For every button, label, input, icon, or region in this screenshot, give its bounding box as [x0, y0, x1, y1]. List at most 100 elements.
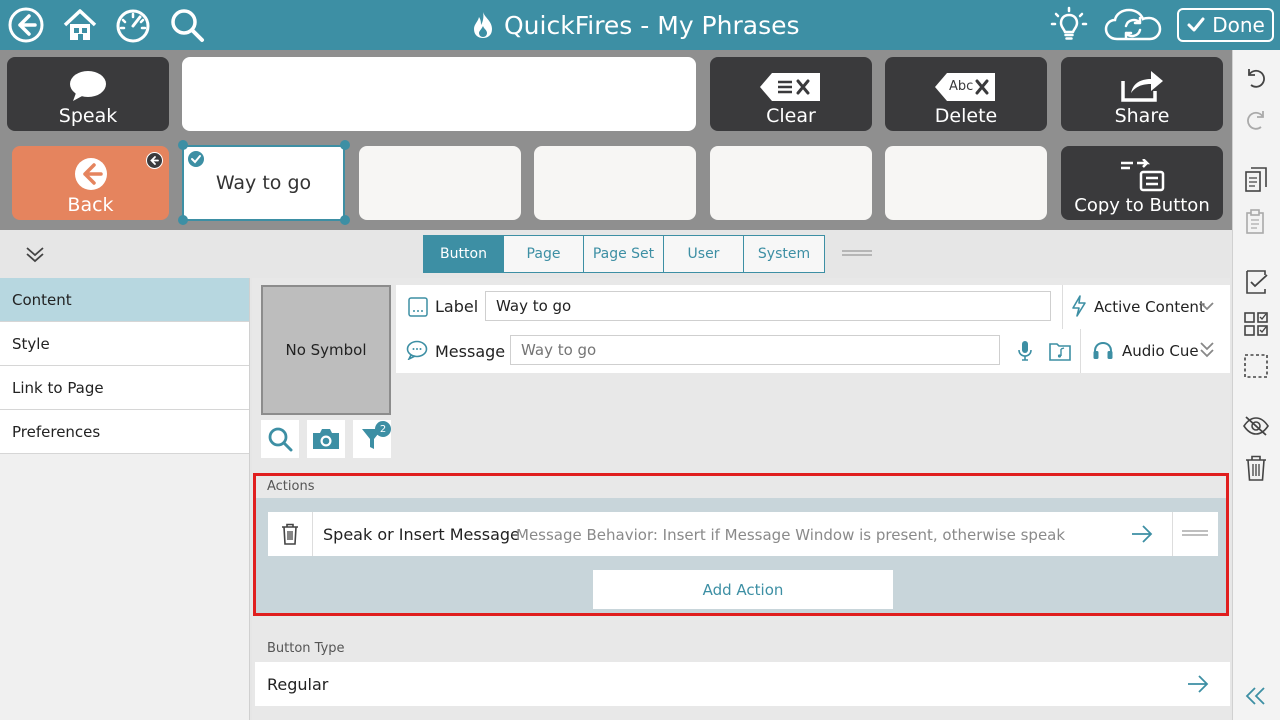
back-arrow-icon[interactable] — [6, 5, 46, 45]
hide-eye-icon[interactable] — [1240, 410, 1272, 442]
drag-handle-icon[interactable] — [842, 248, 872, 258]
phrase-slot-empty[interactable] — [534, 146, 696, 220]
speech-bubble-icon — [68, 69, 108, 103]
delete-label: Delete — [934, 105, 998, 127]
search-icon[interactable] — [167, 5, 207, 45]
actions-title: Actions — [267, 479, 315, 494]
double-chevron-down-icon[interactable] — [1199, 340, 1215, 360]
nav-item-preferences[interactable]: Preferences — [0, 410, 249, 454]
clear-button[interactable]: Clear — [710, 57, 872, 131]
nav-item-style[interactable]: Style — [0, 322, 249, 366]
page-title: QuickFires - My Phrases — [470, 0, 800, 50]
message-field-title: Message — [435, 342, 506, 361]
selected-phrase-button[interactable]: Way to go — [182, 145, 345, 221]
delete-button[interactable]: Abc Delete — [885, 57, 1047, 131]
dashboard-icon[interactable] — [113, 5, 153, 45]
done-button[interactable]: Done — [1177, 8, 1274, 42]
resize-handle-bottom-right[interactable] — [340, 215, 350, 225]
copy-to-button[interactable]: Copy to Button — [1061, 146, 1223, 220]
message-input[interactable] — [510, 335, 1000, 365]
microphone-icon[interactable] — [1017, 340, 1033, 362]
share-icon — [1117, 67, 1167, 103]
trash-icon — [281, 523, 299, 545]
search-icon — [267, 426, 293, 452]
active-content-label[interactable]: Active Content — [1094, 298, 1205, 316]
tab-system[interactable]: System — [744, 236, 824, 272]
audio-file-icon[interactable] — [1049, 341, 1071, 361]
button-type-value: Regular — [267, 674, 329, 694]
symbol-preview[interactable]: No Symbol — [261, 285, 391, 415]
select-area-icon[interactable] — [1240, 350, 1272, 382]
share-label: Share — [1114, 105, 1170, 127]
copy-to-label: Copy to Button — [1074, 195, 1210, 216]
audio-cue-label[interactable]: Audio Cue — [1122, 342, 1199, 360]
done-label: Done — [1212, 13, 1265, 37]
paste-icon[interactable] — [1240, 206, 1272, 238]
side-nav: Content Style Link to Page Preferences — [0, 278, 250, 720]
divider — [1062, 285, 1063, 329]
back-label: Back — [67, 194, 114, 216]
nav-item-link-to-page[interactable]: Link to Page — [0, 366, 249, 410]
tab-button[interactable]: Button — [424, 236, 504, 272]
copy-icon[interactable] — [1240, 164, 1272, 196]
collapse-chevron-icon[interactable] — [24, 243, 46, 265]
camera-icon — [311, 427, 341, 451]
label-input[interactable] — [485, 291, 1051, 321]
resize-handle-top-right[interactable] — [340, 140, 350, 150]
nav-item-content[interactable]: Content — [0, 278, 249, 322]
link-back-icon — [146, 152, 163, 169]
redo-icon[interactable] — [1240, 104, 1272, 136]
no-symbol-label: No Symbol — [285, 341, 367, 359]
tab-page[interactable]: Page — [504, 236, 584, 272]
delete-icon: Abc — [933, 71, 999, 103]
tab-page-set[interactable]: Page Set — [584, 236, 664, 272]
add-action-button[interactable]: Add Action — [593, 570, 893, 609]
home-icon[interactable] — [60, 5, 100, 45]
label-field-title: Label — [435, 297, 479, 316]
clear-label: Clear — [766, 105, 816, 127]
label-icon — [408, 297, 428, 317]
actions-header — [256, 476, 1226, 498]
checklist-icon[interactable] — [1240, 266, 1272, 298]
arrow-right-icon[interactable] — [1130, 524, 1154, 544]
selected-phrase-label: Way to go — [215, 172, 312, 194]
editor-tabs: Button Page Page Set User System — [423, 235, 825, 273]
flame-icon — [470, 10, 496, 40]
sync-cloud-icon[interactable] — [1102, 5, 1164, 45]
divider — [1080, 329, 1081, 373]
action-description: Message Behavior: Insert if Message Wind… — [516, 526, 1066, 544]
button-type-row[interactable]: Regular — [255, 662, 1230, 706]
resize-handle-bottom-left[interactable] — [178, 215, 188, 225]
button-type-title: Button Type — [267, 641, 345, 656]
title-text: QuickFires - My Phrases — [504, 10, 800, 40]
symbol-search-button[interactable] — [261, 420, 299, 458]
tab-user[interactable]: User — [664, 236, 744, 272]
double-chevron-left-icon[interactable] — [1240, 680, 1272, 712]
speak-label: Speak — [58, 105, 118, 127]
chevron-down-icon[interactable] — [1199, 298, 1215, 314]
phrase-slot-empty[interactable] — [359, 146, 521, 220]
arrow-right-icon[interactable] — [1186, 674, 1210, 694]
lightning-icon — [1070, 295, 1088, 317]
delete-action-button[interactable] — [268, 512, 313, 556]
action-name: Speak or Insert Message — [323, 525, 520, 544]
selected-check-icon — [188, 151, 204, 167]
undo-icon[interactable] — [1240, 62, 1272, 94]
lightbulb-icon[interactable] — [1049, 5, 1089, 45]
phrase-slot-empty[interactable] — [885, 146, 1047, 220]
delete-icon-text: Abc — [949, 79, 974, 94]
clear-icon — [758, 71, 824, 103]
back-circle-icon — [71, 156, 111, 192]
divider — [1172, 512, 1173, 556]
multi-select-icon[interactable] — [1240, 308, 1272, 340]
message-window[interactable] — [182, 57, 696, 131]
phrase-slot-empty[interactable] — [710, 146, 872, 220]
symbol-camera-button[interactable] — [307, 420, 345, 458]
share-button[interactable]: Share — [1061, 57, 1223, 131]
drag-handle-icon[interactable] — [1182, 528, 1208, 538]
resize-handle-top-left[interactable] — [178, 140, 188, 150]
trash-icon[interactable] — [1240, 452, 1272, 484]
filter-count-badge: 2 — [375, 421, 391, 437]
message-bubble-icon — [406, 340, 428, 360]
speak-button[interactable]: Speak — [7, 57, 169, 131]
